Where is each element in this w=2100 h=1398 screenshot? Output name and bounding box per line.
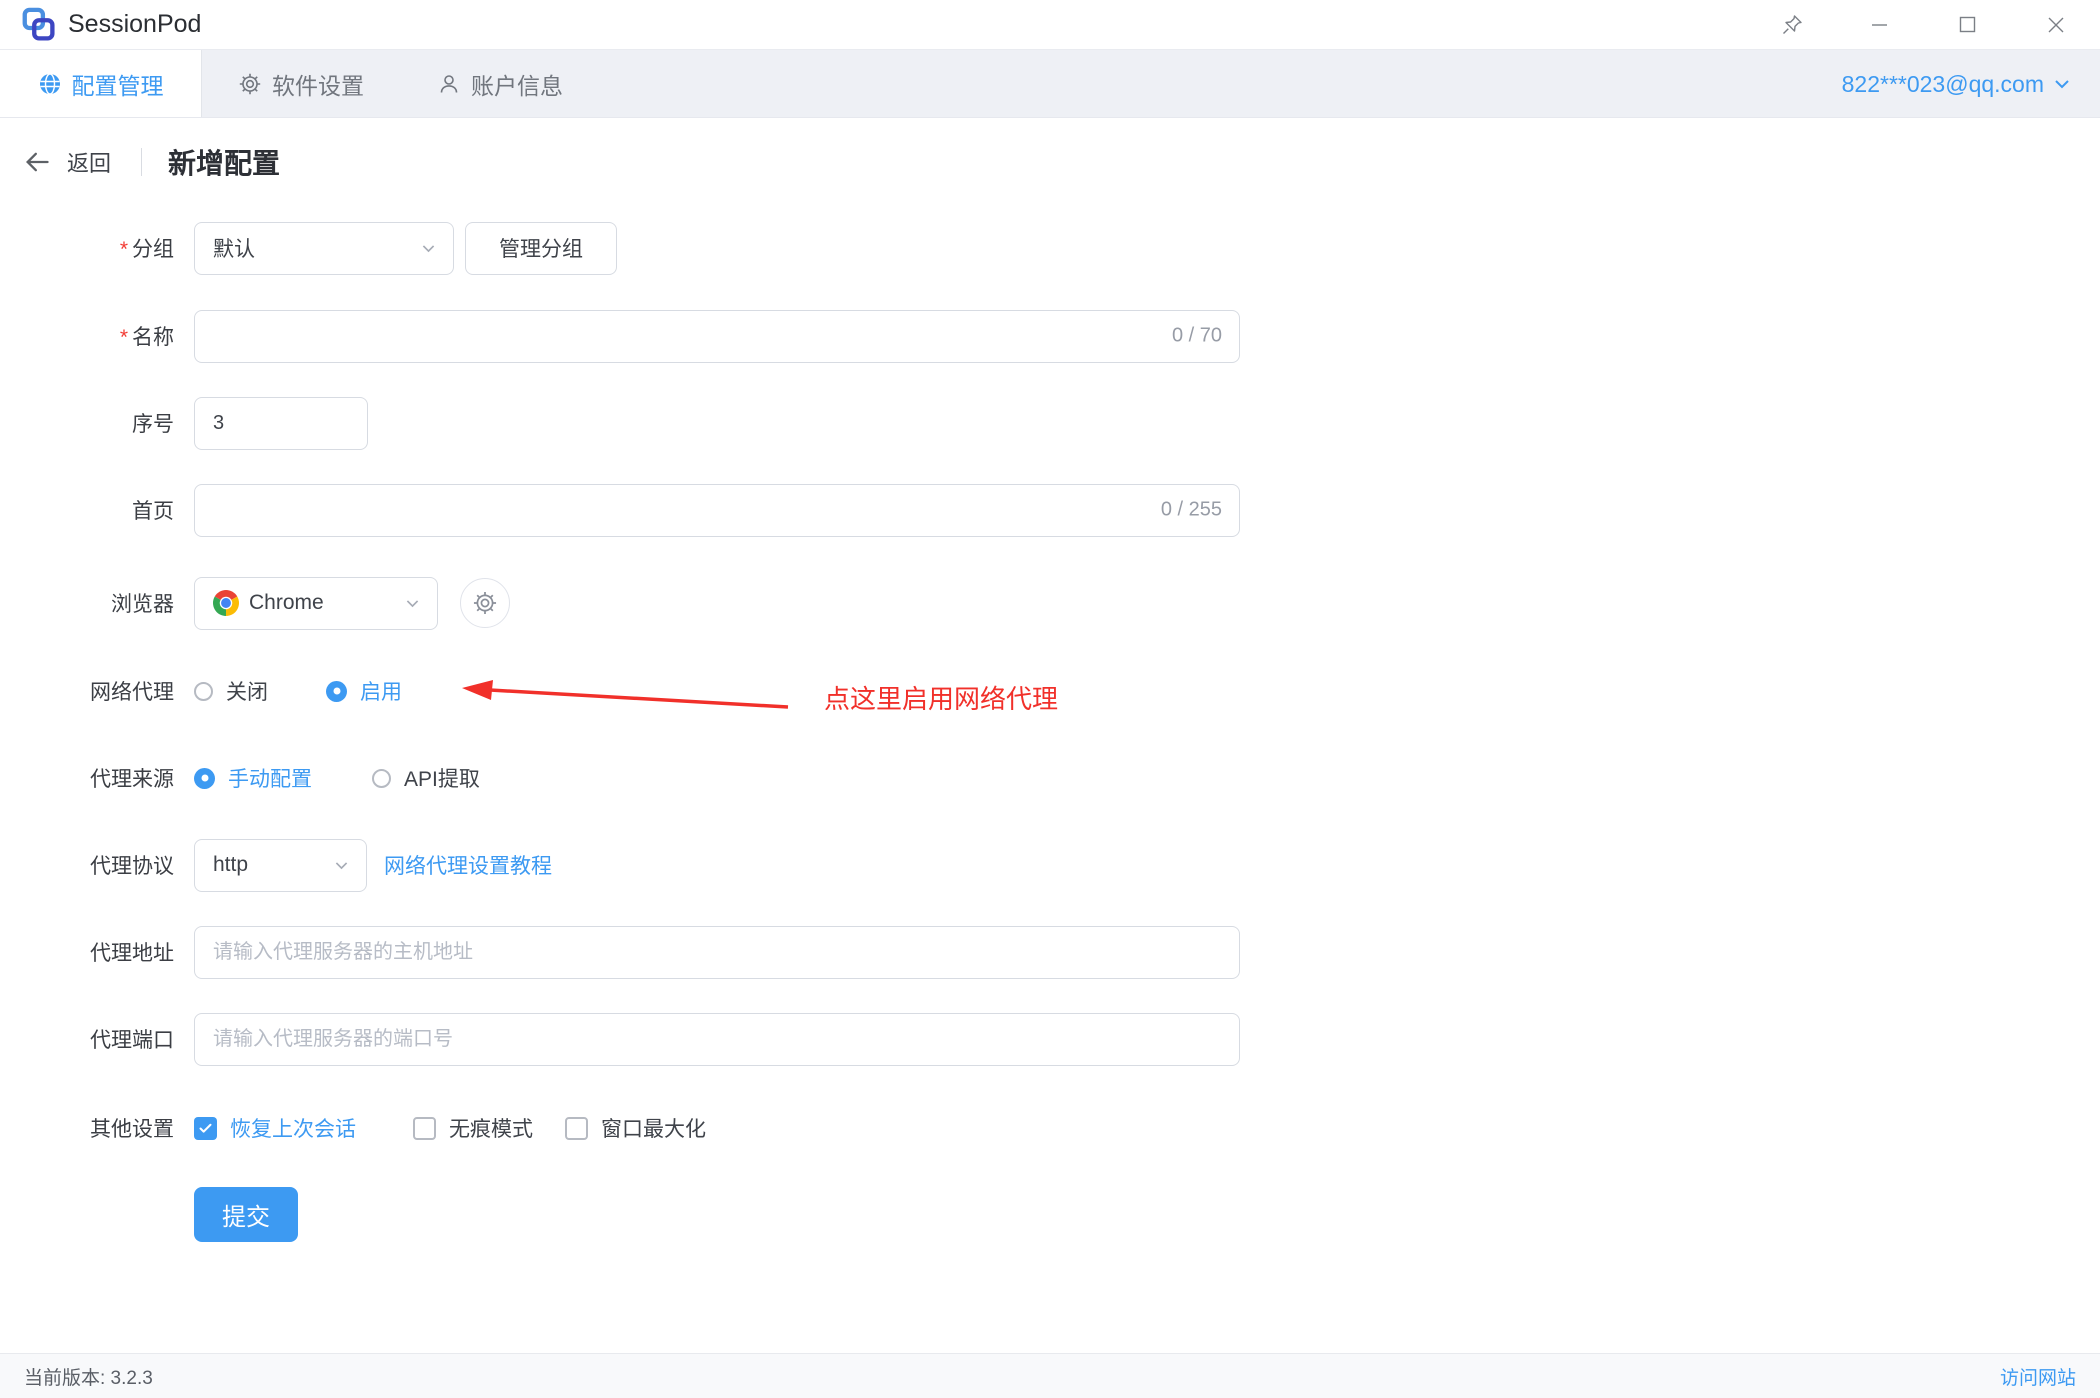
check-icon (198, 1121, 213, 1136)
title-bar: SessionPod (0, 0, 2100, 50)
browser-settings-button[interactable] (460, 578, 510, 628)
globe-icon (38, 72, 62, 96)
tab-config-management[interactable]: 配置管理 (0, 50, 202, 117)
radio-api-extract-label[interactable]: API提取 (404, 763, 480, 793)
annotation-arrow (450, 676, 800, 720)
proxy-source-label: 代理来源 (0, 763, 174, 793)
proxy-protocol-value: http (213, 853, 333, 877)
group-select[interactable]: 默认 (194, 222, 454, 275)
home-label: 首页 (0, 495, 174, 525)
checkbox-incognito-label[interactable]: 无痕模式 (449, 1113, 533, 1143)
chevron-down-icon (333, 857, 350, 874)
page-title: 新增配置 (168, 142, 280, 182)
name-input[interactable] (194, 310, 1240, 363)
minimize-button[interactable] (1836, 0, 1924, 50)
tab-label: 配置管理 (72, 67, 164, 101)
tab-software-settings[interactable]: 软件设置 (202, 50, 400, 117)
pin-icon (1780, 13, 1804, 37)
browser-label: 浏览器 (0, 588, 174, 618)
gear-icon (238, 72, 262, 96)
seq-input[interactable] (194, 397, 368, 450)
proxy-port-input[interactable] (194, 1013, 1240, 1066)
tab-bar: 配置管理 软件设置 账户信息 (0, 50, 2100, 118)
form-row-proxy-host: 代理地址 (0, 925, 1600, 979)
proxy-port-label: 代理端口 (0, 1024, 174, 1054)
annotation-text: 点这里启用网络代理 (824, 679, 1058, 716)
divider (141, 148, 142, 176)
footer: 当前版本: 3.2.3 访问网站 (0, 1353, 2100, 1398)
chevron-down-icon (404, 595, 421, 612)
chrome-icon (213, 590, 239, 616)
form-row-proxy-source: 代理来源 手动配置 API提取 (0, 751, 1600, 805)
form-row-name: *名称 0 / 70 (0, 309, 1600, 363)
tab-label: 软件设置 (272, 67, 364, 101)
other-settings-label: 其他设置 (0, 1113, 174, 1143)
radio-manual-config[interactable] (194, 768, 215, 789)
version-text: 当前版本: 3.2.3 (24, 1363, 153, 1390)
close-button[interactable] (2012, 0, 2100, 50)
form-row-proxy-protocol: 代理协议 http 网络代理设置教程 (0, 838, 1600, 892)
name-label: *名称 (0, 321, 174, 351)
checkbox-restore-session[interactable] (194, 1117, 217, 1140)
form-row-other-settings: 其他设置 恢复上次会话 无痕模式 窗口最大化 (0, 1101, 1600, 1155)
radio-proxy-off[interactable] (194, 682, 213, 701)
minimize-icon (1868, 13, 1892, 37)
chevron-down-icon (420, 240, 437, 257)
form-row-browser: 浏览器 Chrome (0, 576, 1600, 630)
form-row-home: 首页 0 / 255 (0, 483, 1600, 537)
tab-account-info[interactable]: 账户信息 (400, 50, 600, 117)
form-row-group: *分组 默认 管理分组 (0, 221, 1600, 275)
form-row-proxy-switch: 网络代理 关闭 启用 (0, 664, 1600, 718)
back-label[interactable]: 返回 (67, 146, 111, 178)
checkbox-restore-session-label[interactable]: 恢复上次会话 (230, 1113, 356, 1143)
radio-proxy-off-label[interactable]: 关闭 (226, 676, 268, 706)
app-title: SessionPod (68, 10, 201, 39)
radio-manual-config-label[interactable]: 手动配置 (228, 763, 312, 793)
browser-select-value: Chrome (249, 591, 394, 615)
back-button[interactable] (23, 147, 53, 177)
chevron-down-icon (2052, 74, 2072, 94)
form-row-proxy-port: 代理端口 (0, 1012, 1600, 1066)
checkbox-maximize-window-label[interactable]: 窗口最大化 (601, 1113, 706, 1143)
page-head: 返回 新增配置 (23, 140, 280, 184)
checkbox-maximize-window[interactable] (565, 1117, 588, 1140)
proxy-host-input[interactable] (194, 926, 1240, 979)
user-icon (437, 72, 461, 96)
window-controls (1748, 0, 2100, 50)
arrow-left-icon (23, 148, 51, 176)
form-row-seq: 序号 (0, 396, 1600, 450)
website-link[interactable]: 访问网站 (2000, 1363, 2076, 1390)
radio-proxy-on[interactable] (326, 681, 347, 702)
group-select-value: 默认 (213, 233, 420, 263)
group-label: *分组 (0, 233, 174, 263)
app-logo-icon (20, 6, 58, 44)
maximize-icon (1956, 13, 1980, 37)
proxy-host-label: 代理地址 (0, 937, 174, 967)
close-icon (2044, 13, 2068, 37)
submit-button[interactable]: 提交 (194, 1187, 298, 1242)
browser-select[interactable]: Chrome (194, 577, 438, 630)
seq-label: 序号 (0, 408, 174, 438)
gear-icon (472, 590, 498, 616)
proxy-tutorial-link[interactable]: 网络代理设置教程 (384, 850, 552, 880)
proxy-protocol-select[interactable]: http (194, 839, 367, 892)
account-email: 822***023@qq.com (1842, 71, 2044, 98)
manage-group-button[interactable]: 管理分组 (465, 222, 617, 275)
radio-api-extract[interactable] (372, 769, 391, 788)
checkbox-incognito[interactable] (413, 1117, 436, 1140)
radio-proxy-on-label[interactable]: 启用 (360, 676, 402, 706)
account-menu[interactable]: 822***023@qq.com (1842, 50, 2072, 118)
maximize-button[interactable] (1924, 0, 2012, 50)
proxy-switch-label: 网络代理 (0, 676, 174, 706)
tab-label: 账户信息 (471, 67, 563, 101)
proxy-protocol-label: 代理协议 (0, 850, 174, 880)
homepage-input[interactable] (194, 484, 1240, 537)
pin-button[interactable] (1748, 0, 1836, 50)
